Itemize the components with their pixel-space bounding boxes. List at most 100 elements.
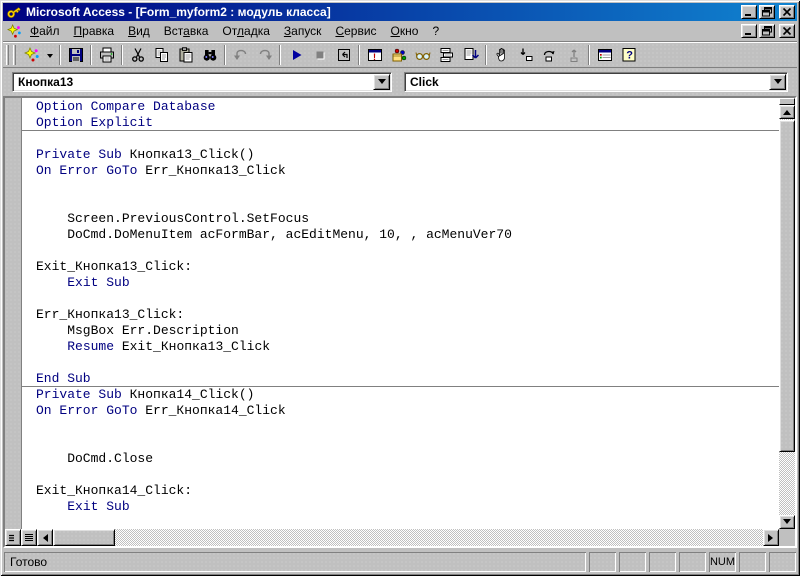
- child-close-button[interactable]: [779, 24, 795, 38]
- child-restore-button[interactable]: [759, 24, 775, 38]
- code-line[interactable]: Err_Кнопка13_Click:: [22, 307, 779, 323]
- menu-item[interactable]: Вид: [121, 22, 157, 40]
- event-combo-dropdown-button[interactable]: [769, 74, 786, 90]
- code-line[interactable]: [22, 355, 779, 371]
- menu-item[interactable]: Отладка: [215, 22, 276, 40]
- database-window-button[interactable]: [593, 44, 616, 66]
- menu-item[interactable]: Окно: [384, 22, 426, 40]
- toolbar-grip[interactable]: [6, 45, 9, 65]
- code-line[interactable]: [22, 195, 779, 211]
- step-into-button[interactable]: [514, 44, 537, 66]
- minimize-button[interactable]: [741, 5, 757, 19]
- code-line[interactable]: [22, 467, 779, 483]
- run-button[interactable]: [284, 44, 307, 66]
- procedure-view-button[interactable]: [5, 529, 21, 546]
- status-panel-num: NUM: [709, 552, 736, 572]
- cut-button[interactable]: [126, 44, 149, 66]
- new-object-button[interactable]: [20, 44, 43, 66]
- close-icon: [782, 7, 792, 17]
- menu-item[interactable]: ?: [425, 22, 446, 40]
- event-combo[interactable]: Click: [404, 72, 788, 92]
- scroll-down-button[interactable]: [779, 515, 795, 529]
- margin-indicator-bar[interactable]: [5, 98, 22, 529]
- horizontal-scroll-track[interactable]: [53, 529, 763, 546]
- code-line[interactable]: Resume Exit_Кнопка13_Click: [22, 339, 779, 355]
- code-line[interactable]: Option Explicit: [22, 115, 779, 131]
- step-over-button[interactable]: [538, 44, 561, 66]
- copy-button[interactable]: [150, 44, 173, 66]
- toggle-breakpoint-button[interactable]: [490, 44, 513, 66]
- toolbar-grip[interactable]: [13, 45, 16, 65]
- horizontal-scroll-thumb[interactable]: [53, 529, 115, 546]
- step-out-button[interactable]: [562, 44, 585, 66]
- code-line[interactable]: [22, 515, 779, 529]
- code-line[interactable]: DoCmd.Close: [22, 451, 779, 467]
- code-line[interactable]: On Error GoTo Err_Кнопка13_Click: [22, 163, 779, 179]
- compile-icon: [464, 48, 479, 60]
- code-line[interactable]: Private Sub Кнопка13_Click(): [22, 147, 779, 163]
- paste-button[interactable]: [174, 44, 197, 66]
- menu-item[interactable]: Правка: [67, 22, 122, 40]
- menu-item[interactable]: Запуск: [277, 22, 329, 40]
- vertical-scrollbar[interactable]: [779, 98, 795, 529]
- svg-text:!: !: [373, 52, 376, 62]
- menu-item[interactable]: Сервис: [328, 22, 383, 40]
- menu-item[interactable]: Файл: [23, 22, 67, 40]
- status-message: Готово: [4, 552, 586, 572]
- undo-button[interactable]: [229, 44, 252, 66]
- module-icon[interactable]: [5, 23, 23, 39]
- redo-button[interactable]: [253, 44, 276, 66]
- menu-bar-items: Файл Правка Вид Вставка Отладка Запуск Сервис О…: [23, 22, 741, 40]
- object-combo-dropdown-button[interactable]: [373, 74, 390, 90]
- new-object-dropdown-button[interactable]: [44, 44, 56, 66]
- scroll-left-button[interactable]: [37, 529, 53, 546]
- status-panel: [649, 552, 676, 572]
- full-module-view-button[interactable]: [21, 529, 37, 546]
- split-handle[interactable]: [779, 98, 795, 105]
- menu-bar: Файл Правка Вид Вставка Отладка Запуск Сервис О…: [3, 21, 797, 42]
- code-line[interactable]: Option Compare Database: [22, 99, 779, 115]
- code-line[interactable]: [22, 291, 779, 307]
- object-combo[interactable]: Кнопка13: [12, 72, 392, 92]
- help-button[interactable]: ?: [617, 44, 640, 66]
- procedure-view-icon: [9, 534, 14, 541]
- find-button[interactable]: [198, 44, 221, 66]
- code-line[interactable]: Private Sub Кнопка14_Click(): [22, 387, 779, 403]
- child-minimize-button[interactable]: [741, 24, 757, 38]
- compile-button[interactable]: [459, 44, 482, 66]
- code-line[interactable]: Screen.PreviousControl.SetFocus: [22, 211, 779, 227]
- code-lines[interactable]: Option Compare Database Option Explicit Pr…: [22, 98, 779, 529]
- code-line[interactable]: Exit Sub: [22, 499, 779, 515]
- code-line[interactable]: End Sub: [22, 371, 779, 387]
- scroll-up-button[interactable]: [779, 105, 795, 119]
- print-icon: [99, 47, 114, 63]
- vertical-scroll-thumb[interactable]: [779, 120, 795, 452]
- code-line[interactable]: MsgBox Err.Description: [22, 323, 779, 339]
- debug-window-button[interactable]: !: [363, 44, 386, 66]
- code-line[interactable]: DoCmd.DoMenuItem acFormBar, acEditMenu, …: [22, 227, 779, 243]
- scroll-right-button[interactable]: [763, 529, 779, 546]
- app-window: Microsoft Access - [Form_myform2 : модул…: [0, 0, 800, 576]
- close-button[interactable]: [779, 5, 795, 19]
- undo-icon: [233, 49, 246, 60]
- print-button[interactable]: [95, 44, 118, 66]
- call-stack-button[interactable]: [435, 44, 458, 66]
- menu-item[interactable]: Вставка: [157, 22, 216, 40]
- quick-watch-button[interactable]: [411, 44, 434, 66]
- code-line[interactable]: [22, 179, 779, 195]
- stop-button[interactable]: [308, 44, 331, 66]
- code-line[interactable]: [22, 435, 779, 451]
- code-line[interactable]: [22, 243, 779, 259]
- code-line[interactable]: [22, 131, 779, 147]
- code-line[interactable]: [22, 419, 779, 435]
- window-title: Microsoft Access - [Form_myform2 : модул…: [26, 5, 331, 19]
- object-browser-button[interactable]: [387, 44, 410, 66]
- code-line[interactable]: Exit_Кнопка14_Click:: [22, 483, 779, 499]
- reset-button[interactable]: [332, 44, 355, 66]
- code-line[interactable]: Exit_Кнопка13_Click:: [22, 259, 779, 275]
- restore-button[interactable]: [759, 5, 775, 19]
- code-line[interactable]: Exit Sub: [22, 275, 779, 291]
- save-button[interactable]: [64, 44, 87, 66]
- vertical-scroll-track[interactable]: [779, 119, 795, 515]
- code-line[interactable]: On Error GoTo Err_Кнопка14_Click: [22, 403, 779, 419]
